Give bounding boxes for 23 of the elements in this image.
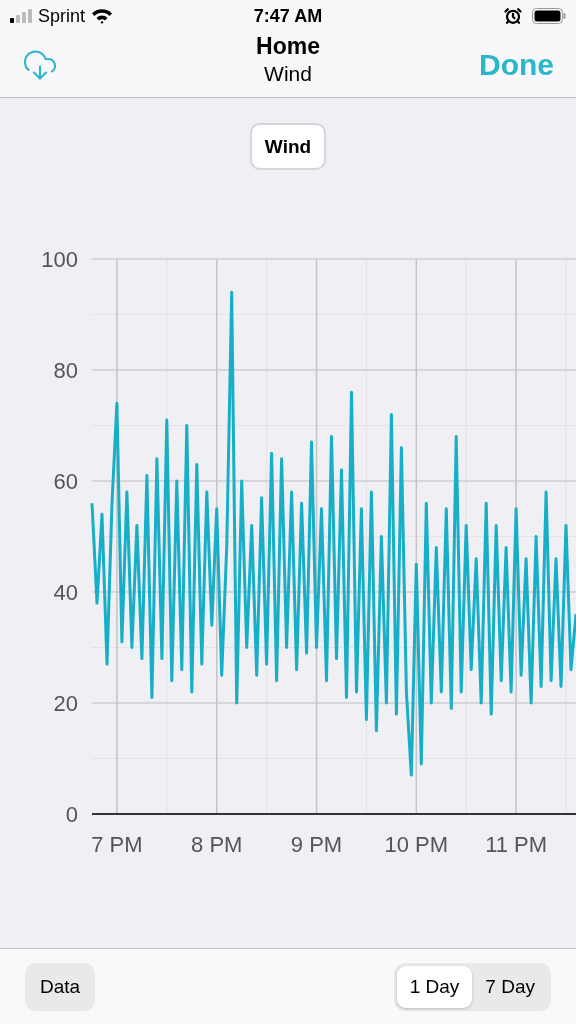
- y-axis-label: 20: [53, 691, 78, 716]
- y-axis-label: 40: [53, 580, 78, 605]
- x-axis-label: 10 PM: [384, 832, 449, 857]
- y-axis-label: 0: [65, 802, 78, 827]
- carrier-name: Sprint: [38, 5, 86, 27]
- x-axis-label: 11 PM: [485, 832, 548, 857]
- range-segment[interactable]: 1 Day: [396, 965, 473, 1008]
- range-segment[interactable]: 7 Day: [472, 965, 548, 1008]
- y-axis-label: 100: [41, 247, 78, 272]
- y-axis-label: 60: [53, 469, 78, 494]
- alarm-icon: [504, 7, 522, 25]
- chart-selector-button[interactable]: Wind: [249, 123, 327, 170]
- x-axis-label: 8 PM: [191, 832, 243, 857]
- status-time: 7:47 AM: [253, 5, 323, 27]
- y-axis-label: 80: [53, 358, 78, 383]
- wifi-icon: [91, 8, 114, 24]
- signal-icon: [10, 9, 32, 23]
- battery-icon: [532, 8, 566, 24]
- nav-title: Home: [256, 33, 320, 60]
- data-button[interactable]: Data: [25, 962, 96, 1011]
- x-axis-label: 9 PM: [290, 832, 343, 857]
- nav-subtitle: Wind: [264, 62, 312, 86]
- x-axis-label: 7 PM: [91, 832, 143, 857]
